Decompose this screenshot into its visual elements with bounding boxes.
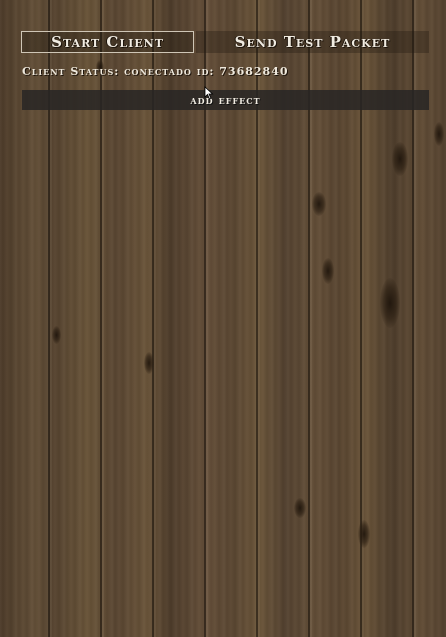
wood-background: { "toolbar": { "start_client_label": "St… (0, 0, 446, 637)
wood-knot (52, 326, 61, 344)
client-status-text: Client Status: conectado id: 73682840 (22, 64, 289, 78)
wood-knot (392, 142, 408, 176)
wood-knot (312, 192, 326, 216)
mouse-pointer-icon (204, 86, 214, 100)
wood-knot (294, 498, 306, 518)
wood-knot (380, 278, 400, 328)
add-effect-button[interactable]: add effect (22, 90, 429, 110)
wood-knot (358, 520, 370, 548)
toolbar: Start Client Send Test Packet (21, 31, 429, 53)
start-client-button[interactable]: Start Client (21, 31, 194, 53)
wood-knot (322, 258, 334, 284)
wood-knot (434, 122, 444, 146)
send-test-packet-button[interactable]: Send Test Packet (196, 31, 429, 53)
wood-knot (144, 352, 154, 374)
